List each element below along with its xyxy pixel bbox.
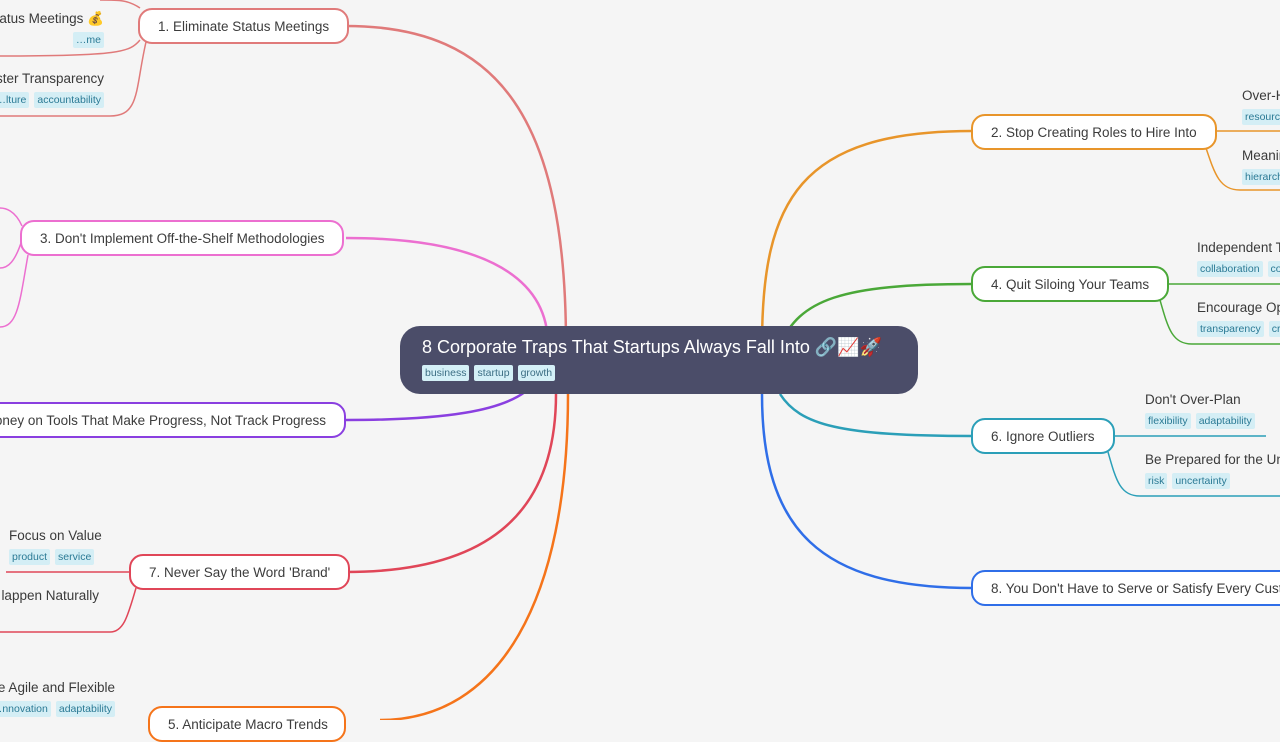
- leaf-title: …tatus Meetings 💰: [0, 11, 104, 26]
- leaf-node[interactable]: Over-H… resourc…: [1242, 87, 1280, 125]
- leaf-title: …lappen Naturally: [0, 588, 99, 603]
- leaf-title: …ster Transparency: [0, 71, 104, 86]
- branch-label: 5. Anticipate Macro Trends: [168, 716, 328, 732]
- tag: co…: [1267, 261, 1280, 277]
- branch-label: 1. Eliminate Status Meetings: [158, 18, 330, 34]
- leaf-node[interactable]: Independent T… collaboration co…: [1197, 239, 1280, 277]
- leaf-title: Meanin…: [1242, 148, 1280, 163]
- tag: cr…: [1268, 321, 1280, 337]
- branch-node-8[interactable]: 8. You Don't Have to Serve or Satisfy Ev…: [971, 570, 1280, 606]
- tag: uncertainty: [1172, 473, 1230, 489]
- leaf-node[interactable]: Focus on Value product service: [9, 527, 102, 565]
- tag: accountability: [34, 92, 104, 108]
- leaf-title: Independent T…: [1197, 240, 1280, 255]
- tag: service: [55, 549, 95, 565]
- tag: startup: [474, 365, 513, 381]
- tag: adaptability: [1195, 413, 1255, 429]
- tag: collaboration: [1197, 261, 1263, 277]
- mind-map-canvas[interactable]: 8 Corporate Traps That Startups Always F…: [0, 0, 1280, 742]
- branch-node-5[interactable]: 5. Anticipate Macro Trends: [148, 706, 346, 742]
- root-title: 8 Corporate Traps That Startups Always F…: [422, 337, 883, 357]
- branch-label: 8. You Don't Have to Serve or Satisfy Ev…: [991, 580, 1280, 596]
- connector-leaf: [0, 254, 29, 328]
- branch-node-1[interactable]: 1. Eliminate Status Meetings: [138, 8, 350, 44]
- leaf-node[interactable]: Meanin… hierarch…: [1242, 147, 1280, 185]
- branch-node-tools[interactable]: …loney on Tools That Make Progress, Not …: [0, 402, 346, 438]
- tag: flexibility: [1145, 413, 1191, 429]
- leaf-node[interactable]: …lappen Naturally: [0, 587, 99, 605]
- tag: …lture: [0, 92, 30, 108]
- connector-branch-8: [760, 393, 973, 590]
- branch-node-4[interactable]: 4. Quit Siloing Your Teams: [971, 266, 1170, 302]
- branch-label: 2. Stop Creating Roles to Hire Into: [991, 124, 1197, 140]
- root-tags: business startup growth: [422, 365, 896, 381]
- connector-branch-purple: [345, 390, 526, 422]
- branch-label: 4. Quit Siloing Your Teams: [991, 276, 1150, 292]
- connector-leaf: [99, 0, 141, 9]
- leaf-node[interactable]: Encourage Op… transparency cr…: [1197, 299, 1280, 337]
- tag: …nnovation: [0, 701, 51, 717]
- tag: hierarch…: [1242, 169, 1280, 185]
- tag: …me: [72, 32, 104, 48]
- branch-node-6[interactable]: 6. Ignore Outliers: [971, 418, 1115, 454]
- leaf-title: Over-H…: [1242, 88, 1280, 103]
- leaf-node[interactable]: Don't Over-Plan flexibility adaptability: [1145, 391, 1255, 429]
- branch-label: 7. Never Say the Word 'Brand': [149, 564, 331, 580]
- connector-branch-5: [379, 393, 570, 720]
- leaf-title: …e Agile and Flexible: [0, 680, 115, 695]
- leaf-title: Be Prepared for the Un…: [1145, 452, 1280, 467]
- tag: adaptability: [55, 701, 115, 717]
- tag: business: [422, 365, 470, 381]
- branch-node-3[interactable]: 3. Don't Implement Off-the-Shelf Methodo…: [20, 220, 345, 256]
- leaf-title: Focus on Value: [9, 528, 102, 543]
- leaf-node[interactable]: …e Agile and Flexible …nnovation adaptab…: [0, 679, 115, 717]
- tag: risk: [1145, 473, 1168, 489]
- tag: transparency: [1197, 321, 1264, 337]
- leaf-node[interactable]: …ster Transparency …lture accountability: [0, 70, 104, 108]
- leaf-title: Encourage Op…: [1197, 300, 1280, 315]
- branch-label: …loney on Tools That Make Progress, Not …: [0, 412, 326, 428]
- leaf-node[interactable]: …tatus Meetings 💰 …me: [0, 10, 104, 48]
- connector-branch-6: [778, 393, 973, 438]
- tag: product: [9, 549, 51, 565]
- branch-node-2[interactable]: 2. Stop Creating Roles to Hire Into: [971, 114, 1217, 150]
- branch-node-7[interactable]: 7. Never Say the Word 'Brand': [129, 554, 351, 590]
- tag: resourc…: [1242, 109, 1280, 125]
- branch-label: 3. Don't Implement Off-the-Shelf Methodo…: [40, 230, 325, 246]
- leaf-node[interactable]: Be Prepared for the Un… risk uncertainty: [1145, 451, 1280, 489]
- connector-leaf: [0, 239, 23, 269]
- branch-label: 6. Ignore Outliers: [991, 428, 1095, 444]
- connector-branch-2: [760, 129, 973, 346]
- leaf-title: Don't Over-Plan: [1145, 392, 1241, 407]
- root-node[interactable]: 8 Corporate Traps That Startups Always F…: [400, 326, 918, 394]
- tag: growth: [517, 365, 556, 381]
- connector-leaf: [0, 207, 23, 227]
